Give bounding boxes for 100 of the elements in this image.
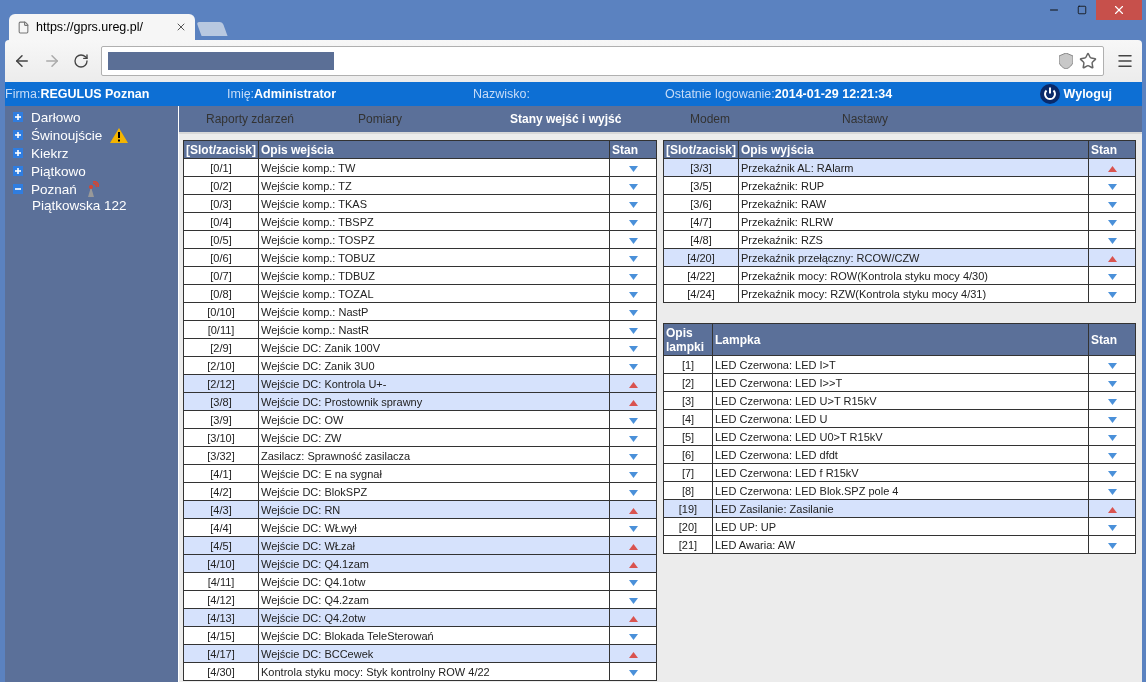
shield-icon[interactable] [1059, 53, 1073, 69]
address-field[interactable] [101, 46, 1104, 76]
column-header: Stan [1088, 323, 1136, 356]
table-cell: LED Awaria: AW [712, 535, 1089, 554]
column-header: Opis lampki [663, 323, 713, 356]
table-cell: [4/15] [183, 626, 259, 645]
logout-link[interactable]: Wyloguj [1039, 84, 1112, 104]
tree-item[interactable]: Poznań [31, 181, 77, 197]
table-cell: Wejście komp.: TBSPZ [258, 212, 610, 231]
tree-item[interactable]: Piątkowo [31, 163, 86, 179]
table-cell: [5] [663, 427, 713, 446]
table-cell: Wejście DC: Q4.2zam [258, 590, 610, 609]
table-cell: Przekaźnik mocy: ROW(Kontrola styku mocy 4/30) [738, 266, 1089, 285]
table-cell: Wejście DC: Zanik 3U0 [258, 356, 610, 375]
nav-tab[interactable]: Nastawy [842, 112, 994, 126]
column-header: [Slot/zacisk] [183, 140, 259, 159]
table-cell: [4] [663, 409, 713, 428]
table-cell: Wejście komp.: TOBUZ [258, 248, 610, 267]
column-header: Opis wyjścia [738, 140, 1089, 159]
table-cell: Wejście DC: WŁwył [258, 518, 610, 537]
table-cell: Wejście DC: E na sygnał [258, 464, 610, 483]
expand-icon[interactable] [13, 148, 23, 158]
table-cell: Wejście komp.: TDBUZ [258, 266, 610, 285]
maximize-icon[interactable] [1077, 5, 1087, 15]
table-cell: [2/9] [183, 338, 259, 357]
table-cell: [4/20] [663, 248, 739, 267]
expand-icon[interactable] [13, 166, 23, 176]
table-cell: Przekaźnik AL: RAlarm [738, 158, 1089, 177]
table-cell: Wejście DC: BCCewek [258, 644, 610, 663]
table-cell: Wejście DC: Blokada TeleSterowań [258, 626, 610, 645]
table-cell: [19] [663, 499, 713, 518]
table-cell: [0/4] [183, 212, 259, 231]
header-field: Firma:REGULUS Poznan [5, 87, 227, 101]
header-field: Nazwisko: [473, 87, 665, 101]
table-cell: LED Czerwona: LED U0>T R15kV [712, 427, 1089, 446]
back-icon[interactable] [13, 52, 31, 70]
table-cell: [4/12] [183, 590, 259, 609]
table-cell: Przekaźnik: RZS [738, 230, 1089, 249]
browser-tab[interactable]: https://gprs.ureg.pl/ [9, 14, 195, 40]
table-cell: [6] [663, 445, 713, 464]
table-cell: Wejście komp.: TOZAL [258, 284, 610, 303]
table-cell: [4/11] [183, 572, 259, 591]
warning-icon [110, 127, 129, 143]
table-cell: [20] [663, 517, 713, 536]
table-cell: [0/10] [183, 302, 259, 321]
nav-tab[interactable]: Pomiary [358, 112, 510, 126]
nav-tab[interactable]: Raporty zdarzeń [206, 112, 358, 126]
column-header: Lampka [712, 323, 1089, 356]
table-cell: Wejście DC: Kontrola U+- [258, 374, 610, 393]
table-cell: [2] [663, 373, 713, 392]
table-cell: Przekaźnik: RUP [738, 176, 1089, 195]
table-cell: Przekaźnik mocy: RZW(Kontrola styku mocy 4/31) [738, 284, 1089, 303]
table-cell: Wejście DC: Prostownik sprawny [258, 392, 610, 411]
table-cell: Wejście DC: BlokSPZ [258, 482, 610, 501]
table-cell: [3/32] [183, 446, 259, 465]
tree-item[interactable]: Piątkowska 122 [32, 198, 178, 216]
column-header: Stan [1088, 140, 1136, 159]
table-cell: Zasilacz: Sprawność zasilacza [258, 446, 610, 465]
table-cell: LED Zasilanie: Zasilanie [712, 499, 1089, 518]
table-cell: [4/7] [663, 212, 739, 231]
reload-icon[interactable] [73, 53, 89, 69]
table-cell: [4/24] [663, 284, 739, 303]
table-cell: Wejście DC: Zanik 100V [258, 338, 610, 357]
table-cell: LED Czerwona: LED dfdt [712, 445, 1089, 464]
table-cell: Przekaźnik przełączny: RCOW/CZW [738, 248, 1089, 267]
forward-icon[interactable] [43, 52, 61, 70]
table-cell: Wejście DC: Q4.1otw [258, 572, 610, 591]
table-cell: [0/6] [183, 248, 259, 267]
table-cell: [2/10] [183, 356, 259, 375]
column-header: [Slot/zacisk] [663, 140, 739, 159]
close-icon[interactable] [175, 21, 187, 33]
nav-tab[interactable]: Modem [690, 112, 842, 126]
table-cell: [4/13] [183, 608, 259, 627]
column-header: Opis wejścia [258, 140, 610, 159]
table-cell: Wejście komp.: NastP [258, 302, 610, 321]
star-icon[interactable] [1079, 52, 1097, 70]
table-cell: [4/5] [183, 536, 259, 555]
table-cell: LED Czerwona: LED U [712, 409, 1089, 428]
table-cell: LED UP: UP [712, 517, 1089, 536]
tree-item[interactable]: Darłowo [31, 109, 81, 125]
table-cell: [21] [663, 535, 713, 554]
table-cell: LED Czerwona: LED I>>T [712, 373, 1089, 392]
table-cell: [4/30] [183, 662, 259, 681]
tree-item[interactable]: Kiekrz [31, 145, 69, 161]
table-cell: Wejście DC: OW [258, 410, 610, 429]
table-cell: Wejście DC: Q4.1zam [258, 554, 610, 573]
nav-tab[interactable]: Stany wejść i wyjść [510, 112, 690, 126]
tree-item[interactable]: Świnoujście [31, 127, 103, 143]
close-icon [1112, 3, 1126, 17]
table-cell: [8] [663, 481, 713, 500]
table-cell: [0/5] [183, 230, 259, 249]
expand-icon[interactable] [13, 130, 23, 140]
table-cell: Wejście komp.: NastR [258, 320, 610, 339]
new-tab-button[interactable] [196, 22, 228, 36]
header-field: Ostatnie logowanie:2014-01-29 12:21:34 [665, 87, 1025, 101]
table-cell: Wejście komp.: TZ [258, 176, 610, 195]
expand-icon[interactable] [13, 112, 23, 122]
menu-icon[interactable] [1116, 52, 1134, 70]
collapse-icon[interactable] [13, 184, 23, 194]
table-cell: Wejście DC: ZW [258, 428, 610, 447]
